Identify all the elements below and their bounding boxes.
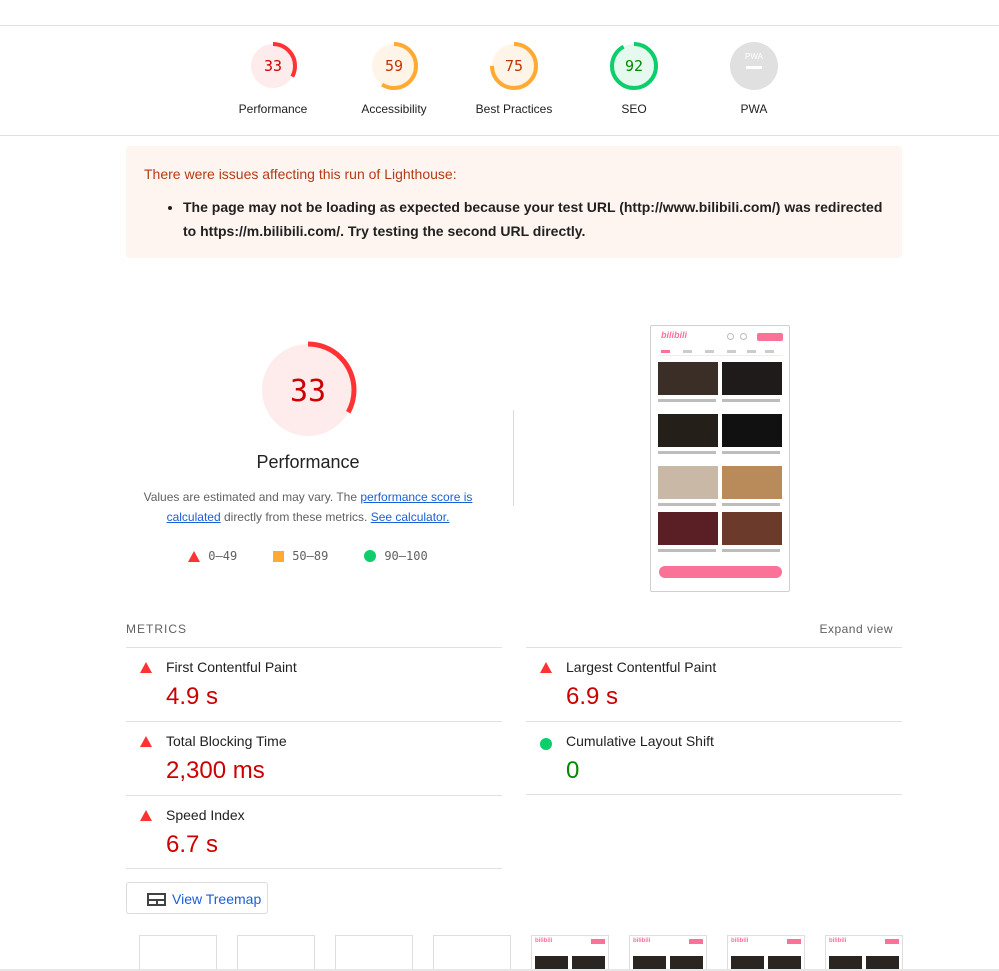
filmstrip-frame: bilibili — [629, 935, 707, 971]
filmstrip-frame — [139, 935, 217, 971]
circle-icon — [364, 550, 377, 562]
bilibili-logo: bilibili — [829, 938, 847, 944]
metric-first-contentful-paint: First Contentful Paint 4.9 s — [126, 647, 502, 721]
view-treemap-button[interactable]: View Treemap — [126, 882, 268, 914]
triangle-icon — [188, 550, 201, 562]
see-calculator-link[interactable]: See calculator. — [371, 510, 450, 524]
metric-cumulative-layout-shift: Cumulative Layout Shift 0 — [526, 721, 902, 795]
metric-largest-contentful-paint: Largest Contentful Paint 6.9 s — [526, 647, 902, 721]
gauge-label: SEO — [621, 102, 647, 116]
gauge-score: 33 — [264, 57, 282, 75]
filmstrip-frame: bilibili — [727, 935, 805, 971]
download-app-button — [757, 333, 783, 341]
fail-triangle-icon — [540, 662, 552, 673]
metric-title: First Contentful Paint — [166, 659, 297, 675]
gauge-ring: 33 — [249, 42, 297, 90]
video-thumbnail — [722, 512, 782, 545]
legend-range: 0–49 — [208, 549, 238, 563]
bilibili-logo: bilibili — [661, 330, 687, 340]
metrics-title: METRICS — [126, 622, 187, 636]
gauge-score: 92 — [625, 57, 643, 75]
gauge-pwa[interactable]: PWA PWA — [694, 40, 814, 116]
metric-title: Cumulative Layout Shift — [566, 733, 714, 749]
video-thumbnail — [722, 362, 782, 395]
category-gauges: 33 Performance 59 Accessibility 75 Best … — [0, 26, 999, 136]
metric-title: Speed Index — [166, 807, 245, 823]
filmstrip-frame — [433, 935, 511, 971]
note-text: directly from these metrics. — [220, 510, 371, 524]
video-thumbnail — [722, 414, 782, 447]
view-treemap-label: View Treemap — [172, 891, 262, 907]
pwa-icon: PWA — [730, 42, 778, 90]
expand-view-toggle[interactable]: Expand view — [819, 622, 893, 636]
warning-item: The page may not be loading as expected … — [183, 195, 883, 243]
legend-fail: 0–49 — [188, 549, 237, 563]
open-app-bar — [659, 566, 782, 578]
performance-note: Values are estimated and may vary. The p… — [138, 487, 478, 527]
video-thumbnail — [722, 466, 782, 499]
metric-title: Total Blocking Time — [166, 733, 287, 749]
video-thumbnail — [658, 414, 718, 447]
video-thumbnail — [658, 512, 718, 545]
gauge-seo[interactable]: 92 SEO — [574, 40, 694, 116]
fail-triangle-icon — [140, 736, 152, 747]
gauge-ring: 75 — [490, 42, 538, 90]
filmstrip-frame — [335, 935, 413, 971]
video-thumbnail — [658, 362, 718, 395]
bilibili-logo: bilibili — [633, 938, 651, 944]
fail-triangle-icon — [140, 810, 152, 821]
gauge-best-practices[interactable]: 75 Best Practices — [454, 40, 574, 116]
performance-gauge: 33 — [259, 341, 357, 439]
warning-title: There were issues affecting this run of … — [144, 166, 457, 182]
legend-pass: 90–100 — [364, 549, 428, 563]
bilibili-logo: bilibili — [731, 938, 749, 944]
pass-circle-icon — [540, 738, 552, 750]
screenshot-header: bilibili — [651, 326, 789, 344]
divider — [513, 410, 514, 506]
metric-value: 0 — [566, 757, 580, 784]
warning-box: There were issues affecting this run of … — [126, 146, 902, 258]
metric-value: 6.9 s — [566, 683, 619, 710]
warning-list: The page may not be loading as expected … — [183, 195, 883, 243]
score-legend: 0–49 50–89 90–100 — [126, 549, 490, 563]
video-thumbnail — [658, 466, 718, 499]
metric-value: 2,300 ms — [166, 757, 265, 784]
final-screenshot[interactable]: bilibili — [650, 325, 790, 592]
bilibili-logo: bilibili — [535, 938, 553, 944]
fail-triangle-icon — [140, 662, 152, 673]
gauge-score: 75 — [505, 57, 523, 75]
gauge-ring: 92 — [610, 42, 658, 90]
pwa-badge-text: PWA — [745, 52, 764, 61]
legend-average: 50–89 — [273, 549, 328, 563]
metric-value: 4.9 s — [166, 683, 219, 710]
square-icon — [273, 550, 285, 562]
top-bar — [0, 0, 999, 26]
metric-speed-index: Speed Index 6.7 s — [126, 795, 502, 869]
performance-summary: 33 Performance Values are estimated and … — [126, 340, 490, 563]
performance-title: Performance — [256, 452, 360, 472]
gauge-accessibility[interactable]: 59 Accessibility — [334, 40, 454, 116]
search-icon — [727, 333, 734, 340]
note-text: Values are estimated and may vary. The — [143, 490, 361, 504]
performance-score: 33 — [290, 374, 326, 409]
gauge-score: 59 — [385, 57, 403, 75]
metrics-header: METRICS Expand view — [126, 622, 902, 636]
gauge-ring: 59 — [370, 42, 418, 90]
metric-title: Largest Contentful Paint — [566, 659, 717, 675]
gauge-label: Best Practices — [475, 102, 553, 116]
filmstrip-frame — [237, 935, 315, 971]
gauge-label: Accessibility — [361, 102, 427, 116]
filmstrip-frame: bilibili — [825, 935, 903, 971]
metric-value: 6.7 s — [166, 831, 219, 858]
gauge-label: Performance — [238, 102, 308, 116]
legend-range: 90–100 — [384, 549, 428, 563]
screenshot-tabs — [659, 348, 783, 356]
filmstrip-frame: bilibili — [531, 935, 609, 971]
metric-total-blocking-time: Total Blocking Time 2,300 ms — [126, 721, 502, 795]
gauge-performance[interactable]: 33 Performance — [213, 40, 333, 116]
avatar — [740, 333, 747, 340]
treemap-icon — [147, 893, 166, 906]
gauge-label: PWA — [740, 102, 768, 116]
legend-range: 50–89 — [292, 549, 329, 563]
